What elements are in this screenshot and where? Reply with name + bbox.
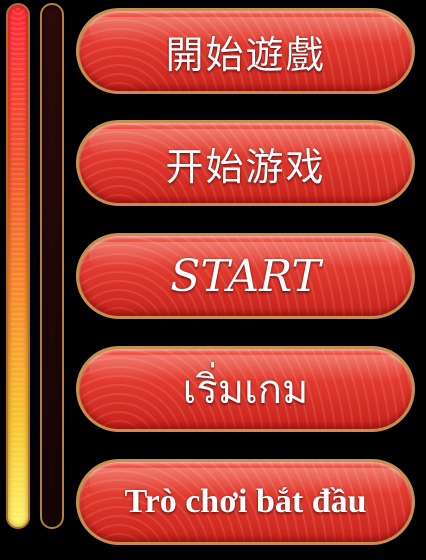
progress-bar-colored [6,3,30,529]
button-label: เริ่มเกม [182,367,309,413]
start-button-thai[interactable]: เริ่มเกม [76,346,415,432]
button-label: Trò chơi bắt đầu [124,483,367,520]
button-label: START [170,250,321,302]
progress-bar-track [40,3,64,529]
start-button-traditional-chinese[interactable]: 開始遊戲 [76,8,415,94]
start-button-english[interactable]: START [76,233,415,319]
button-label: 开始游戏 [165,144,326,189]
button-label: 開始遊戲 [165,32,326,77]
start-button-vietnamese[interactable]: Trò chơi bắt đầu [76,459,415,545]
start-button-simplified-chinese[interactable]: 开始游戏 [76,120,415,206]
